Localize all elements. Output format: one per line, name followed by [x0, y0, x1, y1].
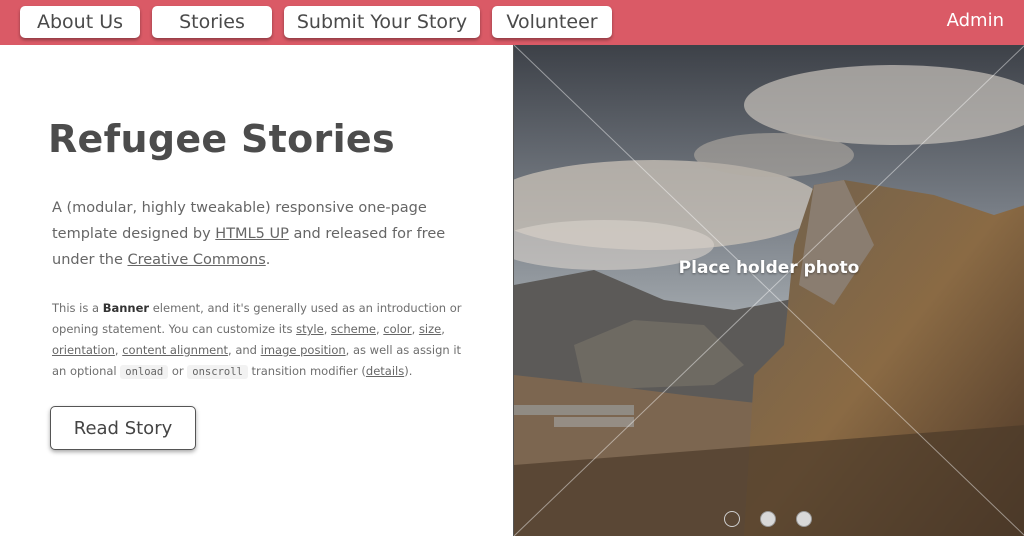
- desc-text-part: ).: [404, 364, 413, 378]
- onload-code: onload: [120, 365, 169, 379]
- orientation-link[interactable]: orientation: [52, 343, 115, 357]
- nav-about-us-button[interactable]: About Us: [20, 6, 140, 38]
- color-link[interactable]: color: [383, 322, 411, 336]
- slide-dot-1[interactable]: [724, 511, 740, 527]
- admin-link[interactable]: Admin: [947, 10, 1004, 31]
- page-title: Refugee Stories: [48, 117, 395, 161]
- photo-caption: Place holder photo: [678, 258, 860, 278]
- banner-content: Refugee Stories A (modular, highly tweak…: [0, 45, 513, 536]
- nav-volunteer-button[interactable]: Volunteer: [492, 6, 612, 38]
- top-navbar: About Us Stories Submit Your Story Volun…: [0, 0, 1024, 45]
- banner-bold-text: Banner: [102, 301, 150, 315]
- banner-photo: Place holder photo: [513, 45, 1024, 536]
- nav-stories-button[interactable]: Stories: [152, 6, 272, 38]
- nav-submit-story-button[interactable]: Submit Your Story: [284, 6, 480, 38]
- style-link[interactable]: style: [296, 322, 324, 336]
- html5up-link[interactable]: HTML5 UP: [215, 226, 289, 242]
- desc-text-part: This is a: [52, 301, 103, 315]
- landscape-image: [514, 45, 1024, 536]
- onscroll-code: onscroll: [187, 365, 248, 379]
- size-link[interactable]: size: [419, 322, 441, 336]
- read-story-button[interactable]: Read Story: [50, 406, 196, 450]
- slide-dot-2[interactable]: [760, 511, 776, 527]
- lead-text-part: .: [265, 252, 271, 268]
- banner-description: This is a Banner element, and it's gener…: [52, 301, 462, 379]
- desc-text-part: transition modifier (: [247, 364, 366, 378]
- scheme-link[interactable]: scheme: [331, 322, 376, 336]
- details-link[interactable]: details: [366, 364, 404, 378]
- image-position-link[interactable]: image position: [261, 343, 346, 357]
- creative-commons-link[interactable]: Creative Commons: [127, 252, 265, 268]
- slider-dots: [724, 511, 812, 527]
- content-alignment-link[interactable]: content alignment: [122, 343, 228, 357]
- banner-lead-text: A (modular, highly tweakable) responsive…: [52, 195, 472, 273]
- desc-text-part: , and: [228, 343, 261, 357]
- slide-dot-3[interactable]: [796, 511, 812, 527]
- desc-text-part: or: [168, 364, 188, 378]
